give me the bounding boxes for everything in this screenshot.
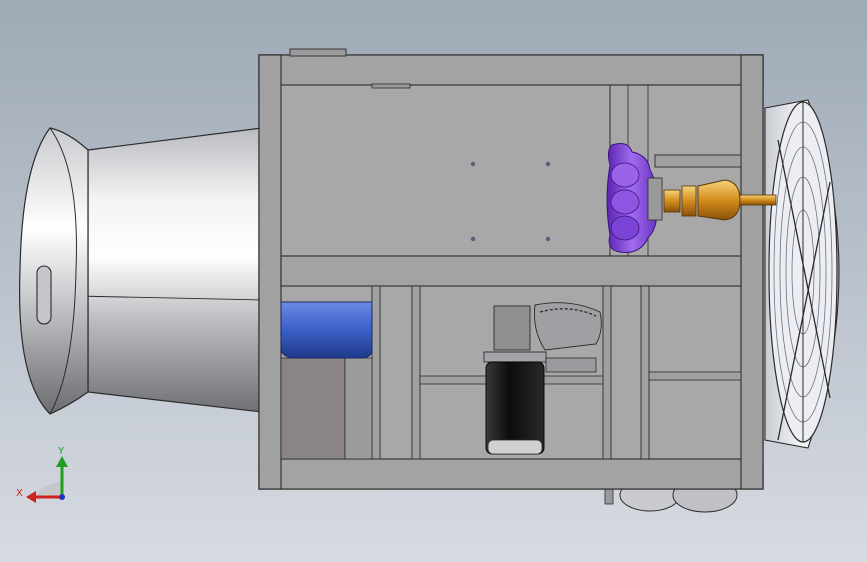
frame-top-handle <box>289 48 347 57</box>
triad-y-label: Y <box>57 446 65 457</box>
pump-flange <box>647 177 663 221</box>
frame-top-rail <box>258 54 764 86</box>
brass-fitting-2 <box>681 185 697 217</box>
triad-x-label: X <box>16 488 23 499</box>
motor-mount <box>483 351 547 363</box>
frame-right-post <box>740 54 764 490</box>
gear-reducer-base <box>545 357 597 373</box>
bolt-hole <box>545 161 551 167</box>
lower-post-1 <box>371 285 381 460</box>
lower-right-crossbar <box>648 371 742 381</box>
nozzle-cone <box>87 127 263 413</box>
left-lower-panel <box>280 357 346 460</box>
sprocket <box>534 302 602 351</box>
brass-fitting-1 <box>663 189 681 213</box>
gearbox-housing <box>493 305 531 351</box>
brass-coupling <box>697 179 741 221</box>
lower-post-4 <box>640 285 650 460</box>
nozzle-slot <box>36 265 52 325</box>
bolt-hole <box>470 161 476 167</box>
pump-lobe-2 <box>610 189 640 215</box>
water-tank-body <box>280 301 373 359</box>
bolt-hole <box>470 236 476 242</box>
frame-bottom-rail <box>258 458 764 490</box>
drive-shaft <box>739 194 777 206</box>
right-upper-bracket <box>654 154 742 168</box>
pump-lobe-3 <box>610 215 640 241</box>
frame-middle-rail <box>280 255 742 287</box>
lower-post-2 <box>411 285 421 460</box>
motor-endcap <box>487 439 543 455</box>
frame-top-slot <box>371 83 411 89</box>
left-lower-panel-2 <box>344 357 373 460</box>
frame-left-post <box>258 54 282 490</box>
triad-z-axis <box>59 494 65 500</box>
water-tank[interactable] <box>280 301 373 359</box>
cad-viewport[interactable]: Y X <box>0 0 867 562</box>
nozzle-assembly[interactable] <box>19 127 263 415</box>
lower-post-3 <box>602 285 612 460</box>
bolt-hole <box>545 236 551 242</box>
pump-lobe-1 <box>610 162 640 188</box>
